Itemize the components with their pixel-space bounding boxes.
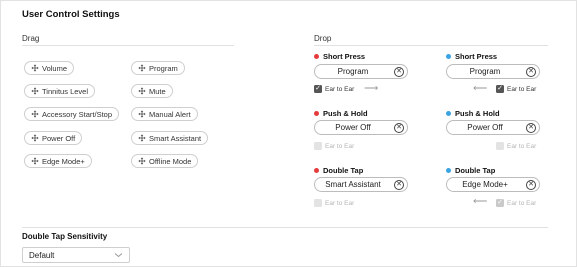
chip-label: Power Off bbox=[42, 133, 76, 143]
move-icon bbox=[138, 110, 146, 118]
left-ear-dot bbox=[314, 54, 319, 59]
drop-label: Drop bbox=[314, 34, 332, 43]
checkbox-disabled-icon bbox=[314, 142, 322, 150]
arrow-left-icon: ⟵ bbox=[473, 83, 488, 94]
right-push-hold-slot[interactable]: Power Off ✕ bbox=[446, 120, 540, 135]
drag-label: Drag bbox=[22, 34, 40, 43]
left-ear-dot bbox=[314, 168, 319, 173]
chip-label: Offline Mode bbox=[149, 156, 192, 166]
left-double-tap-ear-to-ear: Ear to Ear bbox=[314, 199, 354, 207]
arrow-right-icon: ⟶ bbox=[364, 83, 379, 94]
checkbox-disabled-icon bbox=[496, 142, 504, 150]
checkbox-disabled-icon bbox=[314, 199, 322, 207]
chip-offline-mode[interactable]: Offline Mode bbox=[131, 154, 199, 168]
left-ear-dot bbox=[314, 111, 319, 116]
slot-value: Power Off bbox=[335, 123, 371, 132]
sensitivity-divider bbox=[22, 227, 548, 228]
chevron-down-icon bbox=[114, 251, 123, 261]
chip-label: Mute bbox=[149, 86, 166, 96]
right-push-hold-heading: Push & Hold bbox=[446, 109, 500, 118]
move-icon bbox=[31, 157, 39, 165]
move-icon bbox=[31, 134, 39, 142]
checkbox-checked-icon[interactable]: ✓ bbox=[496, 85, 504, 93]
right-double-tap-slot[interactable]: Edge Mode+ ✕ bbox=[446, 177, 540, 192]
move-icon bbox=[31, 110, 39, 118]
page-title: User Control Settings bbox=[22, 9, 120, 20]
right-ear-dot bbox=[446, 54, 451, 59]
slot-value: Smart Assistant bbox=[325, 180, 381, 189]
sensitivity-value: Default bbox=[29, 250, 55, 260]
chip-program[interactable]: Program bbox=[131, 61, 185, 75]
move-icon bbox=[138, 134, 146, 142]
left-push-hold-slot[interactable]: Power Off ✕ bbox=[314, 120, 408, 135]
move-icon bbox=[138, 87, 146, 95]
left-short-press-ear-to-ear[interactable]: ✓ Ear to Ear bbox=[314, 85, 354, 93]
left-short-press-heading: Short Press bbox=[314, 52, 365, 61]
slot-value: Edge Mode+ bbox=[462, 180, 508, 189]
chip-edge-mode-plus[interactable]: Edge Mode+ bbox=[24, 154, 92, 168]
right-double-tap-heading: Double Tap bbox=[446, 166, 495, 175]
chip-manual-alert[interactable]: Manual Alert bbox=[131, 107, 198, 121]
chip-label: Tinnitus Level bbox=[42, 86, 88, 96]
right-short-press-ear-to-ear[interactable]: ✓ Ear to Ear bbox=[496, 85, 536, 93]
arrow-left-icon: ⟵ bbox=[473, 196, 488, 207]
chip-smart-assistant[interactable]: Smart Assistant bbox=[131, 131, 209, 145]
right-short-press-slot[interactable]: Program ✕ bbox=[446, 64, 540, 79]
right-ear-dot bbox=[446, 168, 451, 173]
chip-label: Volume bbox=[42, 63, 68, 73]
clear-icon[interactable]: ✕ bbox=[526, 122, 536, 133]
chip-label: Manual Alert bbox=[149, 109, 191, 119]
right-double-tap-ear-to-ear: ✓ Ear to Ear bbox=[496, 199, 537, 207]
sensitivity-label: Double Tap Sensitivity bbox=[22, 232, 108, 241]
chip-mute[interactable]: Mute bbox=[131, 84, 173, 98]
drag-divider bbox=[22, 45, 234, 46]
clear-icon[interactable]: ✕ bbox=[526, 66, 536, 77]
right-push-hold-ear-to-ear: Ear to Ear bbox=[496, 142, 536, 150]
drop-divider bbox=[314, 45, 548, 46]
chip-label: Accessory Start/Stop bbox=[42, 109, 113, 119]
left-double-tap-slot[interactable]: Smart Assistant ✕ bbox=[314, 177, 408, 192]
move-icon bbox=[31, 87, 39, 95]
right-short-press-heading: Short Press bbox=[446, 52, 497, 61]
chip-label: Edge Mode+ bbox=[42, 156, 85, 166]
clear-icon[interactable]: ✕ bbox=[394, 179, 404, 190]
move-icon bbox=[31, 64, 39, 72]
move-icon bbox=[138, 64, 146, 72]
left-short-press-slot[interactable]: Program ✕ bbox=[314, 64, 408, 79]
chip-volume[interactable]: Volume bbox=[24, 61, 75, 75]
slot-value: Power Off bbox=[467, 123, 503, 132]
sensitivity-select[interactable]: Default bbox=[22, 247, 130, 263]
slot-value: Program bbox=[469, 67, 501, 76]
checkbox-checked-icon[interactable]: ✓ bbox=[314, 85, 322, 93]
right-ear-dot bbox=[446, 111, 451, 116]
clear-icon[interactable]: ✕ bbox=[394, 122, 404, 133]
chip-accessory-start-stop[interactable]: Accessory Start/Stop bbox=[24, 107, 120, 121]
left-push-hold-heading: Push & Hold bbox=[314, 109, 368, 118]
chip-tinnitus-level[interactable]: Tinnitus Level bbox=[24, 84, 95, 98]
left-push-hold-ear-to-ear: Ear to Ear bbox=[314, 142, 354, 150]
clear-icon[interactable]: ✕ bbox=[526, 179, 536, 190]
clear-icon[interactable]: ✕ bbox=[394, 66, 404, 77]
move-icon bbox=[138, 157, 146, 165]
chip-label: Program bbox=[149, 63, 178, 73]
left-double-tap-heading: Double Tap bbox=[314, 166, 363, 175]
slot-value: Program bbox=[337, 67, 369, 76]
chip-label: Smart Assistant bbox=[149, 133, 202, 143]
checkbox-checked-disabled-icon: ✓ bbox=[496, 199, 504, 207]
chip-power-off[interactable]: Power Off bbox=[24, 131, 83, 145]
